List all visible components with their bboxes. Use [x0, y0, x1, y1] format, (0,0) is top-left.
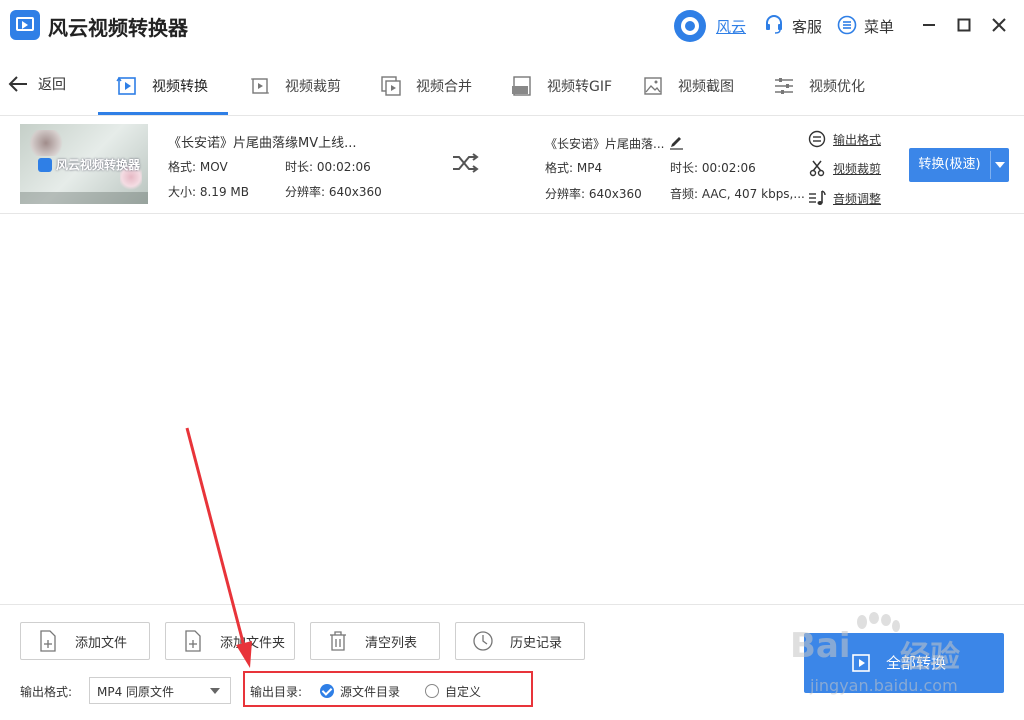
audio-adjust-link[interactable]: 音频调整 — [808, 189, 881, 207]
app-title: 风云视频转换器 — [48, 16, 188, 40]
output-resolution: 分辨率: 640x360 — [545, 187, 642, 201]
output-format-select[interactable]: MP4 同原文件 — [89, 677, 231, 704]
convert-fast-button[interactable]: 转换(极速) — [909, 148, 1009, 182]
service-link[interactable]: 客服 — [792, 16, 822, 37]
shuffle-icon — [453, 153, 479, 173]
history-button[interactable]: 历史记录 — [455, 622, 585, 660]
output-format-link[interactable]: 输出格式 — [808, 130, 881, 148]
paw-icon — [857, 612, 900, 632]
bottom-divider — [0, 604, 1024, 605]
scissors-icon — [809, 160, 825, 177]
add-file-icon — [40, 630, 56, 652]
source-duration: 时长: 00:02:06 — [285, 160, 371, 174]
source-size: 大小: 8.19 MB — [168, 185, 249, 199]
clear-list-button[interactable]: 清空列表 — [310, 622, 440, 660]
annotation-highlight-box — [243, 671, 533, 707]
menu-link[interactable]: 菜单 — [864, 16, 894, 37]
output-format: 格式: MP4 — [545, 161, 603, 175]
chevron-down-icon[interactable] — [995, 162, 1005, 168]
tab-label: 视频裁剪 — [285, 78, 341, 95]
menu-list-icon[interactable] — [837, 15, 857, 35]
back-button[interactable]: 返回 — [8, 72, 66, 96]
minimize-icon[interactable] — [918, 14, 940, 36]
tab-video-screenshot[interactable]: 视频截图 — [642, 56, 734, 115]
source-format: 格式: MOV — [168, 160, 228, 174]
output-format-label: 输出格式: — [20, 685, 73, 699]
video-thumbnail[interactable]: 风云视频转换器 — [20, 124, 148, 204]
video-convert-icon — [116, 76, 136, 95]
gif-icon — [512, 75, 531, 96]
edit-pencil-icon[interactable] — [668, 134, 684, 150]
user-avatar-icon[interactable] — [674, 10, 706, 42]
app-logo-icon — [10, 10, 40, 40]
source-resolution: 分辨率: 640x360 — [285, 185, 382, 199]
tab-video-gif[interactable]: 视频转GIF — [511, 56, 612, 115]
tab-label: 视频转GIF — [547, 78, 613, 95]
back-label: 返回 — [38, 77, 66, 93]
output-audio: 音频: AAC, 407 kbps,... — [670, 187, 805, 201]
baidu-watermark: Bai 经验 jingyan.baidu.com — [790, 612, 1010, 702]
nav-bar: 返回 视频转换 视频裁剪 视频合并 视频转GIF 视频截图 视频优化 — [0, 56, 1024, 116]
tab-video-optimize[interactable]: 视频优化 — [773, 56, 865, 115]
close-icon[interactable] — [988, 14, 1010, 36]
file-list-row[interactable]: 风云视频转换器 《长安诺》片尾曲落缘MV上线... 格式: MOV 时长: 00… — [0, 116, 1024, 214]
tab-label: 视频截图 — [678, 78, 734, 95]
screenshot-icon — [644, 76, 662, 95]
arrow-left-icon — [8, 76, 27, 92]
active-tab-indicator — [98, 112, 228, 115]
add-folder-icon — [185, 630, 201, 652]
output-file-name: 《长安诺》片尾曲落... — [545, 137, 665, 151]
add-folder-button[interactable]: 添加文件夹 — [165, 622, 295, 660]
clock-icon — [473, 631, 493, 651]
format-icon — [808, 130, 826, 148]
add-file-button[interactable]: 添加文件 — [20, 622, 150, 660]
music-note-icon — [809, 190, 826, 205]
video-crop-icon — [251, 77, 269, 94]
title-bar: 风云视频转换器 风云 客服 菜单 — [0, 0, 1024, 52]
source-file-name: 《长安诺》片尾曲落缘MV上线... — [168, 136, 357, 151]
video-merge-icon — [381, 75, 401, 96]
tab-video-merge[interactable]: 视频合并 — [380, 56, 472, 115]
tab-label: 视频转换 — [152, 78, 208, 95]
maximize-icon[interactable] — [953, 14, 975, 36]
tab-label: 视频优化 — [809, 78, 865, 95]
tab-video-crop[interactable]: 视频裁剪 — [249, 56, 341, 115]
optimize-icon — [775, 77, 793, 94]
user-link[interactable]: 风云 — [716, 16, 746, 37]
thumbnail-watermark: 风云视频转换器 — [38, 156, 140, 173]
video-crop-link[interactable]: 视频裁剪 — [808, 159, 881, 177]
headset-icon[interactable] — [764, 14, 784, 34]
trash-icon — [330, 631, 346, 651]
tab-label: 视频合并 — [416, 78, 472, 95]
chevron-down-icon — [210, 688, 220, 694]
output-duration: 时长: 00:02:06 — [670, 161, 756, 175]
tab-video-convert[interactable]: 视频转换 — [116, 56, 208, 115]
